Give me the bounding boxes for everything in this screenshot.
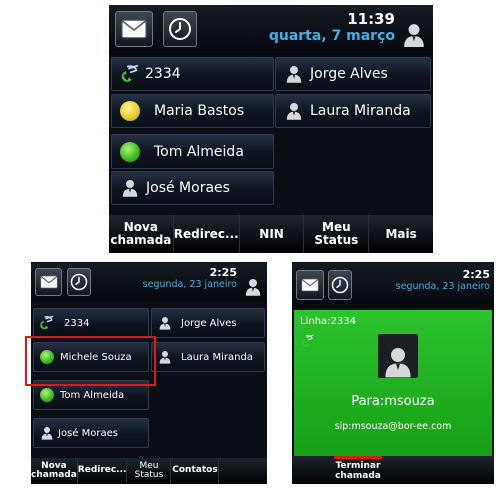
clock-icon [331,276,349,294]
person-icon [159,316,171,330]
phone-screen-3: 2:25 segunda, 23 janeiro Linha:2334 Para… [292,262,494,484]
softkey-bar: Nova chamada Redirec... Meu Status Conta… [31,458,267,484]
envelope-icon [121,19,147,39]
user-avatar[interactable] [399,13,429,47]
line-key-own[interactable]: 2334 [33,308,149,338]
softkey-new-call[interactable]: Nova chamada [31,458,78,484]
selection-highlight [25,336,156,386]
phone-icon [300,334,314,348]
line-key-contact-1[interactable]: Maria Bastos [111,94,274,128]
line-key-contact-4[interactable]: Jorge Alves [275,57,431,91]
softkey-new-call[interactable]: Nova chamada [109,215,174,253]
softkey-empty [292,456,334,484]
date-label: quarta, 7 março [268,28,395,44]
line-key-contact-5[interactable]: Laura Miranda [151,342,265,372]
person-icon [41,426,53,440]
person-icon [286,65,302,83]
time-label: 2:25 [209,266,237,279]
softkey-forward[interactable]: Redirec... [78,458,128,484]
date-label: segunda, 23 janeiro [395,281,490,292]
date-time: 11:39 quarta, 7 março [269,10,395,44]
person-icon [245,278,261,296]
clock-button[interactable] [163,11,197,47]
softkey-empty [219,458,267,484]
phone-icon [38,315,54,331]
contact-label: Tom Almeida [60,389,125,401]
clock-button[interactable] [328,270,352,300]
contact-label: José Moraes [146,180,230,196]
softkey-empty [382,456,494,484]
presence-icon [40,388,54,402]
time-label: 11:39 [347,10,395,28]
person-icon [159,350,171,364]
user-avatar[interactable] [242,270,264,296]
contact-label: Tom Almeida [154,143,244,160]
contact-label: Maria Bastos [154,103,245,119]
status-bar: 2:25 segunda, 23 janeiro [31,262,267,302]
clock-icon [70,273,88,291]
envelope-icon [40,275,58,289]
person-icon [384,346,412,378]
envelope-icon [301,278,319,292]
call-recipient: Para:msouza [351,394,435,409]
status-bar: 11:39 quarta, 7 março [109,5,433,55]
contact-label: Laura Miranda [310,103,411,119]
messages-button[interactable] [296,270,324,300]
contact-label: Jorge Alves [181,317,237,329]
date-time: 2:25 segunda, 23 janeiro [396,268,490,292]
line-key-own[interactable]: 2334 [111,57,274,91]
messages-button[interactable] [35,268,62,296]
phone-screen-1: 11:39 quarta, 7 março 2334 Maria Bastos … [109,5,433,253]
status-bar: 2:25 segunda, 23 janeiro [292,262,494,308]
line-label: 2334 [145,66,181,82]
presence-icon [120,101,140,121]
contact-label: Laura Miranda [181,351,253,363]
line-key-contact-3[interactable]: José Moraes [33,418,149,448]
caller-avatar [378,334,418,378]
clock-button[interactable] [67,268,91,296]
softkey-more[interactable]: Mais [369,215,433,253]
softkey-bar: Nova chamada Redirec... NIN Meu Status M… [109,215,433,253]
date-label: segunda, 23 janeiro [142,279,237,290]
softkey-forward[interactable]: Redirec... [174,215,240,253]
line-key-contact-5[interactable]: Laura Miranda [275,94,431,128]
messages-button[interactable] [115,11,153,47]
clock-icon [168,17,192,41]
line-key-contact-3[interactable]: José Moraes [111,171,274,205]
time-label: 2:25 [462,268,490,281]
softkey-bar: Terminar chamada [292,456,494,484]
softkey-dnd[interactable]: NIN [240,215,305,253]
active-call-panel: Linha:2334 Para:msouza sip:msouza@bor-ee… [294,310,492,456]
line-key-contact-2[interactable]: Tom Almeida [111,134,274,169]
line-key-contact-4[interactable]: Jorge Alves [151,308,265,338]
contact-label: Jorge Alves [310,66,388,82]
contact-label: José Moraes [58,427,118,439]
person-icon [286,102,302,120]
softkey-my-status[interactable]: Meu Status [127,458,172,484]
phone-icon [119,64,139,84]
line-label: Linha:2334 [300,316,356,327]
line-label: 2334 [64,317,90,329]
date-time: 2:25 segunda, 23 janeiro [143,266,237,290]
presence-icon [120,141,140,162]
sip-address: sip:msouza@bor-ee.com [334,421,452,432]
softkey-my-status[interactable]: Meu Status [304,215,370,253]
person-icon [122,179,138,197]
softkey-end-call[interactable]: Terminar chamada [334,456,382,484]
person-icon [403,23,425,47]
softkey-contacts[interactable]: Contatos [171,458,220,484]
